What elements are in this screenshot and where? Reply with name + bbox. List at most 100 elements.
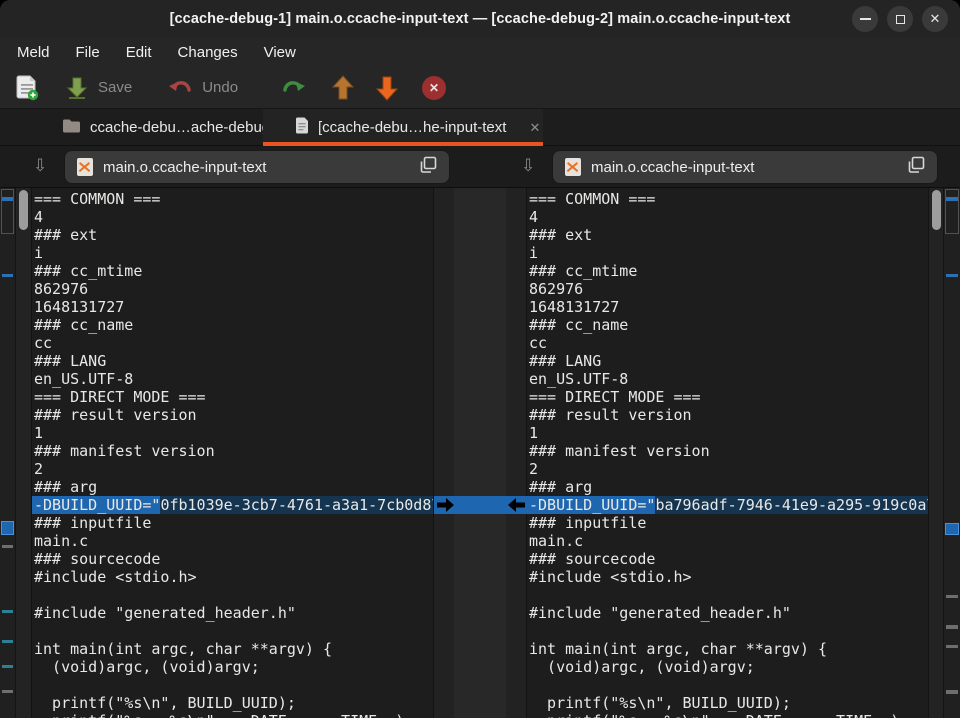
code-line [32,586,433,604]
code-line: main.c [32,532,433,550]
minimize-button[interactable] [852,6,878,32]
toolbar: Save Undo [0,67,960,109]
titlebar[interactable]: [ccache-debug-1] main.o.ccache-input-tex… [0,0,960,38]
new-comparison-button[interactable] [14,75,40,101]
right-scrollbar[interactable] [928,188,943,718]
code-line: i [32,244,433,262]
code-line: printf("%s : %s\n", __DATE__, __TIME__); [32,712,433,718]
right-filename: main.o.ccache-input-text [591,159,897,176]
close-icon: ✕ [930,11,941,27]
save-file-left-icon[interactable]: ⇩ [33,157,47,174]
menu-view[interactable]: View [251,40,309,65]
overview-viewport [1,189,14,234]
save-file-right-icon[interactable]: ⇩ [521,157,535,174]
redo-icon [280,75,306,101]
code-line: ### arg [527,478,928,496]
overview-mark [2,640,13,643]
code-line: 2 [32,460,433,478]
code-line: #include "generated_header.h" [527,604,928,622]
menu-changes[interactable]: Changes [165,40,251,65]
code-line: main.c [527,532,928,550]
window-title: [ccache-debug-1] main.o.ccache-input-tex… [170,11,791,27]
code-line: en_US.UTF-8 [32,370,433,388]
change-gutter [433,188,527,718]
code-line: cc [527,334,928,352]
previous-change-button[interactable] [330,75,356,101]
undo-button[interactable]: Undo [168,75,238,101]
code-line: ### cc_name [527,316,928,334]
left-scrollbar-thumb[interactable] [19,190,28,230]
maximize-icon [896,15,905,24]
tab-bar: ccache-debu…ache-debug-2 ✕ [ccache-debu…… [0,109,960,146]
copy-icon [907,156,925,179]
close-button[interactable]: ✕ [922,6,948,32]
code-line: 1 [32,424,433,442]
tab-close-icon[interactable]: ✕ [529,120,540,136]
push-right-arrow-icon[interactable] [437,498,454,512]
next-change-button[interactable] [374,75,400,101]
code-line: printf("%s\n", BUILD_UUID); [527,694,928,712]
menu-meld[interactable]: Meld [4,40,63,65]
left-overview-map[interactable] [0,188,16,718]
code-line: ### result version [32,406,433,424]
tab-label: ccache-debu…ache-debug-2 [90,119,283,136]
left-file-selector[interactable]: main.o.ccache-input-text [64,150,450,184]
minimize-icon [860,18,871,20]
code-line: ### ext [527,226,928,244]
tab-folder-comparison[interactable]: ccache-debu…ache-debug-2 ✕ [48,109,263,146]
code-line: ### LANG [527,352,928,370]
right-scrollbar-thumb[interactable] [932,190,941,230]
code-line: printf("%s\n", BUILD_UUID); [32,694,433,712]
code-line: === COMMON === [527,190,928,208]
diff-line: -DBUILD_UUID="0fb1039e-3cb7-4761-a3a1-7c… [32,496,433,514]
code-line: int main(int argc, char **argv) { [32,640,433,658]
stop-button[interactable]: ✕ [422,76,446,100]
stop-icon: ✕ [422,76,446,100]
code-line: 4 [32,208,433,226]
maximize-button[interactable] [887,6,913,32]
tab-label: [ccache-debu…he-input-text [318,119,506,136]
code-line: 4 [527,208,928,226]
code-line: 1648131727 [527,298,928,316]
code-line: ### cc_mtime [527,262,928,280]
save-button[interactable]: Save [64,75,132,101]
code-line: ### manifest version [527,442,928,460]
menu-file[interactable]: File [63,40,113,65]
menu-edit[interactable]: Edit [113,40,165,65]
redo-button[interactable] [280,75,306,101]
diff-area: === COMMON ===4### exti### cc_mtime86297… [0,188,960,718]
code-line: #include <stdio.h> [32,568,433,586]
right-code[interactable]: === COMMON ===4### exti### cc_mtime86297… [527,188,928,718]
push-left-arrow-icon[interactable] [508,498,525,512]
new-document-icon [14,75,40,101]
code-line: #include "generated_header.h" [32,604,433,622]
modified-file-icon [565,158,581,176]
window-controls: ✕ [852,6,948,32]
tab-file-comparison[interactable]: [ccache-debu…he-input-text ✕ [263,109,543,146]
overview-mark [2,610,13,613]
copy-icon [419,156,437,179]
overview-mark [2,545,13,548]
left-code[interactable]: === COMMON ===4### exti### cc_mtime86297… [31,188,433,718]
right-file-selector[interactable]: main.o.ccache-input-text [552,150,938,184]
code-line: === DIRECT MODE === [32,388,433,406]
code-line: 1 [527,424,928,442]
code-line: i [527,244,928,262]
overview-mark [2,690,13,693]
overview-mark [2,197,13,201]
right-overview-map[interactable] [943,188,960,718]
code-line: === DIRECT MODE === [527,388,928,406]
meld-window: [ccache-debug-1] main.o.ccache-input-tex… [0,0,960,718]
code-line: ### arg [32,478,433,496]
code-line: ### cc_name [32,316,433,334]
overview-mark [2,522,13,534]
code-line: ### cc_mtime [32,262,433,280]
undo-icon [168,75,194,101]
code-line: ### inputfile [527,514,928,532]
code-line: ### sourcecode [32,550,433,568]
folder-icon [62,118,81,138]
modified-file-icon [77,158,93,176]
left-scrollbar[interactable] [16,188,31,718]
arrow-down-icon [374,75,400,101]
overview-viewport [945,189,959,234]
